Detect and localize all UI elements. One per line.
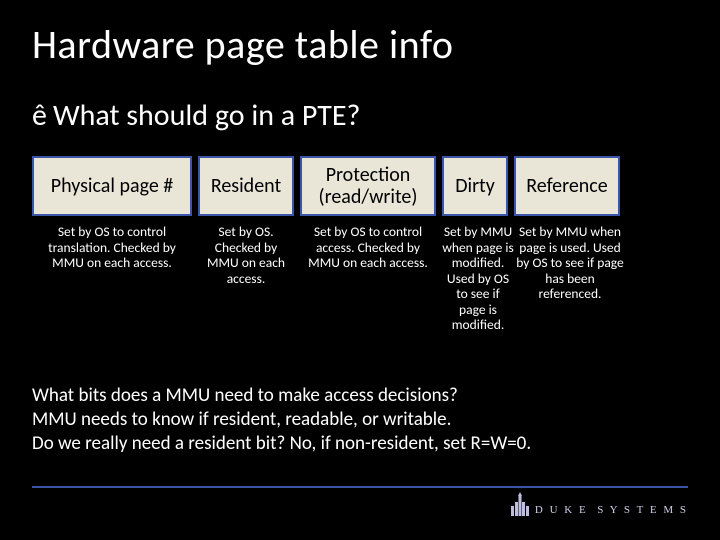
qa-line-3: Do we really need a resident bit? No, if…	[32, 432, 672, 456]
slide-subtitle: êWhat should go in a PTE?	[32, 97, 688, 134]
slide-title: Hardware page table info	[32, 20, 688, 69]
chapel-icon	[511, 492, 529, 516]
footer: D U K E S Y S T E M S	[32, 486, 688, 516]
brand-text: D U K E S Y S T E M S	[535, 504, 688, 516]
qa-block: What bits does a MMU need to make access…	[32, 384, 672, 455]
desc-reference: Set by MMU when page is used. Used by OS…	[514, 224, 626, 333]
header-reference: Reference	[514, 156, 620, 216]
brand-word-2: S Y S T E M S	[597, 504, 688, 516]
desc-resident: Set by OS. Checked by MMU on each access…	[198, 224, 294, 333]
pte-header-row: Physical page # Resident Protection (rea…	[32, 156, 688, 216]
qa-line-2: MMU needs to know if resident, readable,…	[32, 408, 672, 432]
pte-description-row: Set by OS to control translation. Checke…	[32, 224, 688, 333]
header-resident: Resident	[198, 156, 294, 216]
desc-protection: Set by OS to control access. Checked by …	[300, 224, 436, 333]
header-dirty: Dirty	[442, 156, 508, 216]
desc-physical-page: Set by OS to control translation. Checke…	[32, 224, 192, 333]
header-physical-page: Physical page #	[32, 156, 192, 216]
qa-line-1: What bits does a MMU need to make access…	[32, 384, 672, 408]
brand-word-1: D U K E	[535, 504, 588, 516]
desc-dirty: Set by MMU when page is modified. Used b…	[442, 224, 514, 333]
subtitle-text: What should go in a PTE?	[53, 97, 361, 134]
brand-logo: D U K E S Y S T E M S	[511, 492, 688, 516]
header-protection: Protection (read/write)	[300, 156, 436, 216]
bullet-char: ê	[32, 97, 47, 134]
